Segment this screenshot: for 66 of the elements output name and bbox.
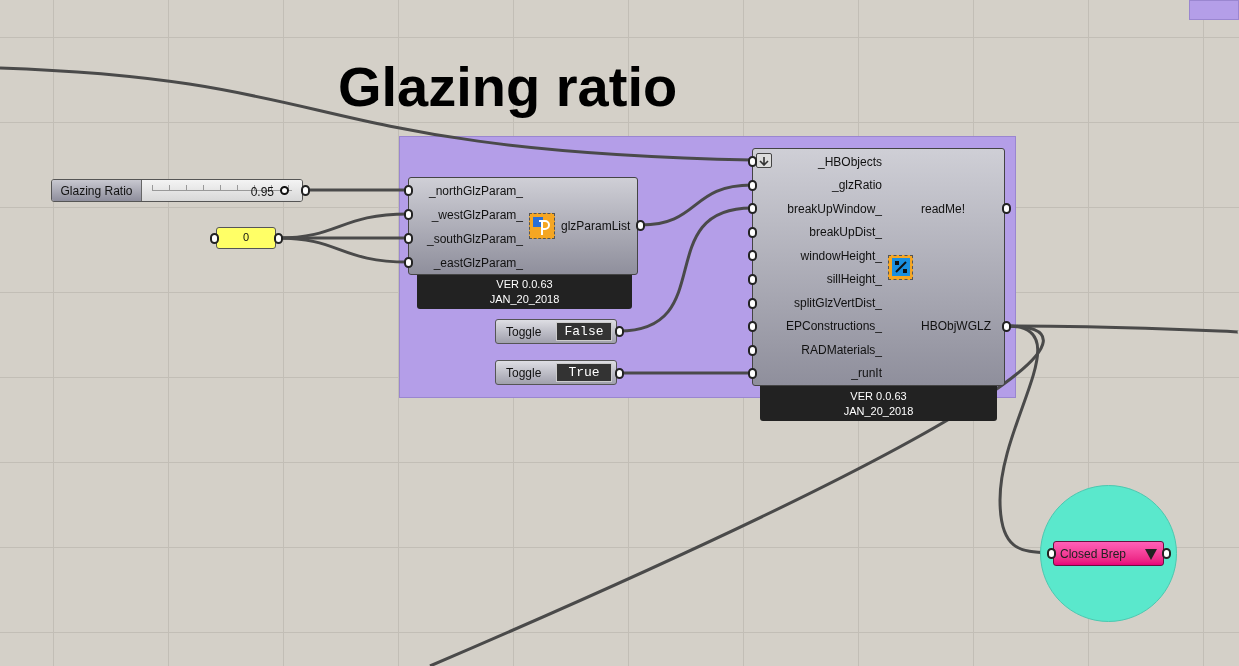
port-icon[interactable] xyxy=(748,274,757,285)
slider-label: Glazing Ratio xyxy=(52,180,142,201)
input-label: breakUpDist_ xyxy=(808,224,882,242)
toggle-label: Toggle xyxy=(506,323,543,341)
slider-grip[interactable] xyxy=(280,186,289,195)
top-group-corner xyxy=(1189,0,1239,20)
output-label: HBObjWGLZ xyxy=(921,318,991,336)
input-label: _southGlzParam_ xyxy=(425,230,523,248)
output-label: glzParamList xyxy=(561,218,631,235)
input-label: splitGlzVertDist_ xyxy=(792,294,882,312)
date-text: JAN_20_2018 xyxy=(489,292,560,307)
expand-icon[interactable] xyxy=(756,153,772,168)
port-icon[interactable] xyxy=(404,185,413,196)
slider-value: 0.95 xyxy=(250,184,274,201)
port-icon[interactable] xyxy=(404,257,413,268)
port-icon[interactable] xyxy=(748,344,757,356)
canvas-title: Glazing ratio xyxy=(338,54,678,120)
input-label: windowHeight_ xyxy=(799,247,882,265)
port-icon[interactable] xyxy=(1047,548,1056,559)
version-text: VER 0.0.63 xyxy=(850,389,907,404)
port-icon[interactable] xyxy=(748,226,757,238)
port-icon[interactable] xyxy=(404,233,413,244)
brep-parameter[interactable]: Closed Brep xyxy=(1053,541,1164,566)
param-component-icon xyxy=(529,213,555,239)
port-icon[interactable] xyxy=(748,321,757,333)
toggle-value: False xyxy=(556,322,612,341)
input-label: _westGlzParam_ xyxy=(430,206,523,224)
boolean-toggle[interactable]: Toggle True xyxy=(495,360,617,385)
port-icon[interactable] xyxy=(210,233,219,244)
port-icon[interactable] xyxy=(748,156,757,167)
input-label: breakUpWindow_ xyxy=(786,200,882,218)
input-label: EPConstructions_ xyxy=(784,318,882,336)
caret-icon[interactable] xyxy=(1144,546,1158,561)
input-label: _HBObjects xyxy=(816,153,882,171)
input-label: sillHeight_ xyxy=(825,271,882,289)
port-icon[interactable] xyxy=(748,203,757,215)
boolean-toggle[interactable]: Toggle False xyxy=(495,319,617,344)
input-label: _northGlzParam_ xyxy=(427,182,523,200)
port-icon[interactable] xyxy=(1002,203,1011,215)
port-icon[interactable] xyxy=(748,297,757,309)
glazing-component-icon xyxy=(888,254,913,280)
version-text: VER 0.0.63 xyxy=(496,277,553,292)
input-label: _glzRatio xyxy=(830,177,882,195)
parameter-label: Closed Brep xyxy=(1060,545,1127,563)
component-node[interactable]: _northGlzParam_ _westGlzParam_ _southGlzParam_ _eastGlzParam_ glzParamList xyxy=(408,177,638,275)
port-icon[interactable] xyxy=(301,185,310,196)
port-icon[interactable] xyxy=(748,368,757,380)
panel[interactable]: 0 xyxy=(216,227,276,249)
port-icon[interactable] xyxy=(615,368,624,379)
number-slider[interactable]: Glazing Ratio 0.95 xyxy=(51,179,303,202)
port-icon[interactable] xyxy=(1002,321,1011,333)
output-label: readMe! xyxy=(921,200,967,218)
date-text: JAN_20_2018 xyxy=(843,404,914,419)
port-icon[interactable] xyxy=(1162,548,1171,559)
port-icon[interactable] xyxy=(274,233,283,244)
toggle-label: Toggle xyxy=(506,364,543,382)
port-icon[interactable] xyxy=(636,220,645,231)
port-icon[interactable] xyxy=(615,326,624,337)
port-icon[interactable] xyxy=(748,250,757,262)
component-node[interactable]: _HBObjects _glzRatio breakUpWindow_ breakUpDist_ windowHeight_ sillHeight_ splitGlzVertDist_ EPConstructions_ RADMaterials_ _runIt readMe! HBObjWGLZ xyxy=(752,148,1005,386)
input-label: _runIt xyxy=(850,365,882,383)
input-label: RADMaterials_ xyxy=(800,341,882,359)
port-icon[interactable] xyxy=(404,209,413,220)
port-icon[interactable] xyxy=(748,179,757,191)
input-label: _eastGlzParam_ xyxy=(432,254,523,272)
toggle-value: True xyxy=(556,363,612,382)
